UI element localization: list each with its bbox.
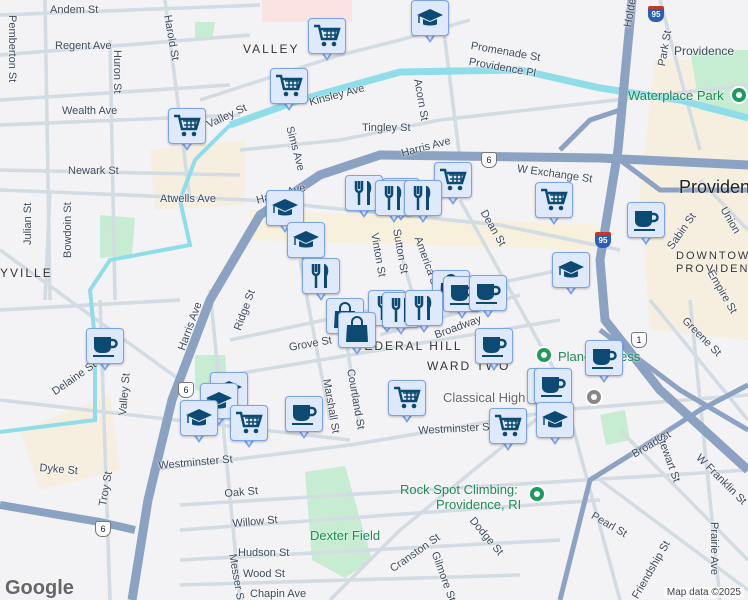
school-icon	[552, 252, 590, 288]
street-label: Hudson St	[238, 547, 290, 559]
coffee-icon	[627, 202, 665, 238]
poi-pin-waterplace-park[interactable]	[730, 86, 748, 104]
i95-shield: 95	[595, 232, 611, 248]
i95-shield: 95	[648, 6, 664, 22]
marker-restaurant[interactable]	[405, 290, 443, 336]
school-icon	[411, 0, 449, 36]
street-label: Andem St	[50, 4, 99, 16]
coffee-icon	[285, 396, 323, 432]
shopping-bag-icon	[338, 312, 376, 348]
district-label: YVILLE	[0, 266, 53, 280]
poi-pin-rock-spot[interactable]	[528, 485, 546, 503]
marker-coffee[interactable]	[627, 202, 665, 248]
us6-shield: 6	[95, 521, 111, 537]
street-label: Atwells Ave	[160, 193, 217, 205]
coffee-icon	[469, 275, 507, 311]
grocery-cart-icon	[168, 108, 206, 144]
marker-grocery-cart[interactable]	[535, 182, 573, 228]
city-label: Providence	[679, 177, 748, 197]
place-label: Providence	[674, 44, 735, 58]
marker-coffee[interactable]	[86, 328, 124, 374]
map-canvas[interactable]: Andem St Harold St Regent Ave Pemberton …	[0, 0, 748, 600]
marker-coffee[interactable]	[285, 396, 323, 442]
marker-coffee[interactable]	[469, 275, 507, 321]
school-icon	[536, 402, 574, 438]
street-label: Pemberton St	[6, 15, 18, 83]
restaurant-icon	[302, 258, 340, 294]
street-label: Wealth Ave	[62, 105, 118, 117]
grocery-cart-icon	[535, 182, 573, 218]
marker-school[interactable]	[411, 0, 449, 46]
school-icon	[266, 190, 304, 226]
grocery-cart-icon	[489, 408, 527, 444]
marker-coffee[interactable]	[475, 328, 513, 374]
poi-waterplace-park[interactable]: Waterplace Park	[628, 88, 724, 103]
marker-restaurant[interactable]	[404, 180, 442, 226]
street-label: Julian St	[22, 202, 34, 245]
street-label: Tingley St	[362, 122, 411, 134]
street-label: Bowdoin St	[62, 202, 74, 258]
marker-grocery-cart[interactable]	[308, 18, 346, 64]
coffee-icon	[534, 368, 572, 404]
school-icon	[287, 222, 325, 258]
street-label: Newark St	[68, 165, 119, 177]
poi-dexter-field[interactable]: Dexter Field	[310, 528, 380, 543]
marker-grocery-cart[interactable]	[230, 405, 268, 451]
marker-school[interactable]	[536, 402, 574, 448]
grocery-cart-icon	[388, 380, 426, 416]
marker-grocery-cart[interactable]	[168, 108, 206, 154]
marker-grocery-cart[interactable]	[489, 408, 527, 454]
us6-shield: 6	[481, 152, 497, 168]
marker-coffee[interactable]	[585, 340, 623, 386]
us6-shield: 6	[178, 382, 194, 398]
restaurant-icon	[404, 180, 442, 216]
grocery-cart-icon	[230, 405, 268, 441]
street-label: Chapin Ave	[250, 588, 307, 600]
district-label: VALLEY	[243, 42, 300, 56]
grocery-cart-icon	[270, 68, 308, 104]
poi-pin-planet-fitness[interactable]	[535, 346, 553, 364]
poi-rock-spot-title[interactable]: Rock Spot Climbing:	[400, 482, 518, 497]
poi-rock-spot-city[interactable]: Providence, RI	[436, 497, 521, 512]
restaurant-icon	[405, 290, 443, 326]
street-label: Wood St	[243, 568, 285, 580]
street-label: Huron St	[111, 50, 123, 94]
marker-school[interactable]	[180, 400, 218, 446]
coffee-icon	[585, 340, 623, 376]
school-icon	[180, 400, 218, 436]
google-logo: Google	[5, 577, 74, 599]
poi-pin-classical-high-school[interactable]	[585, 388, 603, 406]
us1-shield: 1	[631, 332, 647, 348]
district-label: DOWNTOWN	[676, 250, 748, 262]
coffee-icon	[86, 328, 124, 364]
coffee-icon	[475, 328, 513, 364]
map-attribution[interactable]: Map data ©2025	[663, 587, 744, 598]
marker-shopping-bag[interactable]	[338, 312, 376, 358]
marker-school[interactable]	[552, 252, 590, 298]
marker-grocery-cart[interactable]	[388, 380, 426, 426]
street-label: Prairie Ave	[708, 522, 720, 575]
grocery-cart-icon	[308, 18, 346, 54]
marker-grocery-cart[interactable]	[270, 68, 308, 114]
street-label: Regent Ave	[55, 40, 112, 52]
